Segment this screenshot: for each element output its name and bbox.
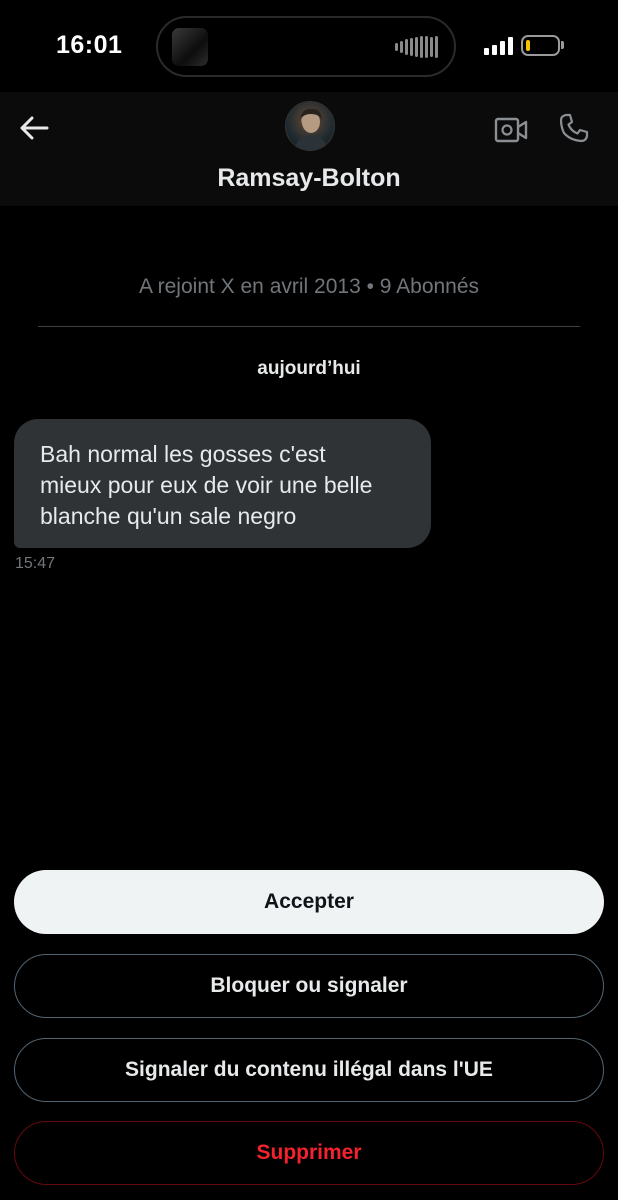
- battery-cap: [561, 41, 564, 49]
- block-or-report-button[interactable]: Bloquer ou signaler: [14, 954, 604, 1018]
- dynamic-island[interactable]: [156, 16, 456, 77]
- audio-waveform-icon: [395, 36, 438, 58]
- battery-level: [526, 40, 530, 51]
- status-bar: 16:01: [0, 0, 618, 92]
- message-bubble[interactable]: Bah normal les gosses c'est mieux pour e…: [14, 419, 431, 548]
- message-line: mieux pour eux de voir une belle: [40, 472, 373, 498]
- video-call-icon: [494, 117, 528, 143]
- delete-button[interactable]: Supprimer: [14, 1121, 604, 1185]
- cellular-signal-icon: [484, 37, 513, 55]
- arrow-left-icon: [20, 116, 49, 140]
- conversation-header: Ramsay-Bolton: [0, 92, 618, 206]
- battery-icon: [521, 35, 560, 56]
- accept-button[interactable]: Accepter: [14, 870, 604, 934]
- username[interactable]: Ramsay-Bolton: [0, 164, 618, 193]
- profile-photo: [294, 108, 328, 150]
- day-label: aujourd’hui: [257, 358, 361, 379]
- avatar[interactable]: [285, 101, 335, 151]
- divider: [38, 326, 580, 327]
- message-line: Bah normal les gosses c'est: [40, 441, 326, 467]
- now-playing-thumbnail: [172, 28, 208, 66]
- call-button[interactable]: [554, 108, 594, 148]
- report-illegal-content-button[interactable]: Signaler du contenu illégal dans l'UE: [14, 1038, 604, 1102]
- message-line: blanche qu'un sale negro: [40, 503, 297, 529]
- join-info: A rejoint X en avril 2013 • 9 Abonnés: [138, 275, 480, 298]
- phone-icon: [559, 113, 589, 143]
- back-button[interactable]: [14, 108, 54, 148]
- status-time: 16:01: [56, 31, 123, 59]
- message-time: 15:47: [15, 555, 56, 572]
- video-call-button[interactable]: [491, 110, 531, 150]
